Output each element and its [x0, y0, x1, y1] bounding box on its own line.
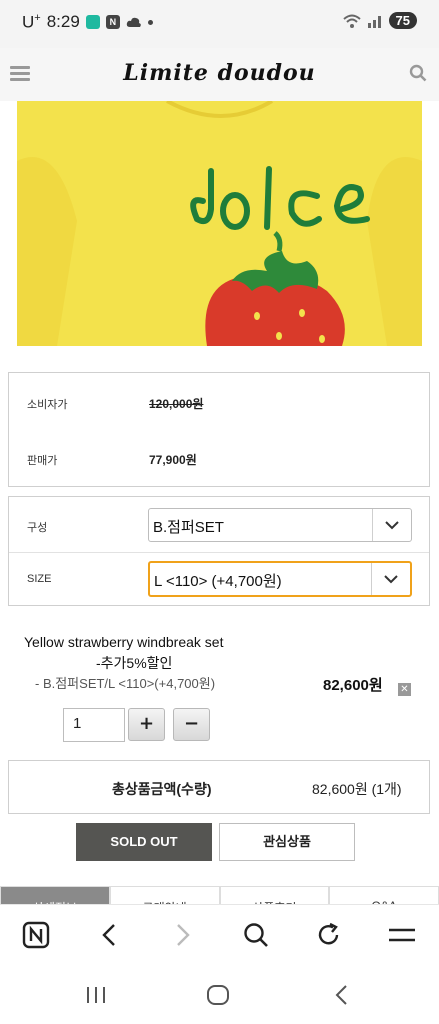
consumer-price-value: 120,000원	[149, 397, 204, 411]
size-label: SIZE	[27, 573, 52, 585]
recent-apps-icon[interactable]	[83, 984, 109, 1006]
back-icon[interactable]	[93, 919, 125, 951]
site-logo[interactable]: Limite doudou	[0, 60, 439, 86]
wishlist-button[interactable]: 관심상품	[219, 823, 355, 861]
quantity-input[interactable]: 1	[63, 708, 125, 742]
more-notifications-dot	[147, 19, 153, 25]
total-label: 총상품금액(수량)	[112, 781, 212, 797]
consumer-price-label: 소비자가	[27, 399, 68, 411]
selected-item-price: 82,600원	[323, 677, 383, 694]
sale-price-value: 77,900원	[149, 453, 197, 467]
menu-icon[interactable]	[386, 919, 418, 951]
search-icon[interactable]	[240, 919, 272, 951]
option-select-box: 구성 B.점퍼SET SIZE L <110> (+4,700원)	[8, 496, 430, 606]
browser-toolbar	[0, 904, 439, 966]
notification-app-icon	[85, 15, 100, 30]
status-bar-right: 75	[342, 12, 417, 29]
naver-icon[interactable]	[20, 919, 52, 951]
cloud-icon	[126, 18, 141, 28]
carrier-label: U+	[22, 12, 41, 32]
detail-tabs: 상세정보 구매안내 상품후기 Q&A	[0, 886, 439, 904]
back-nav-icon[interactable]	[328, 984, 354, 1006]
composition-label: 구성	[27, 522, 48, 534]
quantity-minus-button[interactable]: −	[173, 708, 210, 741]
tab-qna[interactable]: Q&A	[329, 886, 439, 904]
sale-price-label: 판매가	[27, 455, 58, 467]
wifi-icon	[342, 14, 361, 28]
battery-indicator: 75	[388, 12, 417, 29]
chevron-down-icon	[371, 563, 410, 595]
naver-notification-icon: N	[105, 15, 120, 30]
composition-select[interactable]: B.점퍼SET	[148, 508, 412, 542]
tab-detail-info[interactable]: 상세정보	[0, 886, 110, 904]
total-price-box: 총상품금액(수량) 82,600원 (1개)	[8, 760, 430, 814]
status-bar-left: U+ 8:29 N	[22, 12, 153, 33]
total-value: 82,600원 (1개)	[312, 781, 402, 797]
refresh-icon[interactable]	[313, 919, 345, 951]
quantity-plus-button[interactable]: +	[128, 708, 165, 741]
status-bar: U+ 8:29 N 75	[0, 0, 439, 48]
chevron-down-icon	[372, 509, 411, 541]
android-navigation-bar	[0, 966, 439, 1024]
selected-item-discount: -추가5%할인	[96, 655, 173, 671]
remove-item-button[interactable]: ✕	[398, 683, 411, 696]
product-image	[17, 101, 422, 346]
composition-selected-value: B.점퍼SET	[153, 519, 224, 536]
sold-out-button[interactable]: SOLD OUT	[76, 823, 212, 861]
option-divider	[9, 552, 429, 553]
selected-item-option: - B.점퍼SET/L <110>(+4,700원)	[35, 676, 216, 691]
selected-item-name: Yellow strawberry windbreak set	[24, 634, 224, 650]
clock: 8:29	[46, 12, 80, 32]
price-info-box: 소비자가 120,000원 판매가 77,900원	[8, 372, 430, 487]
size-select[interactable]: L <110> (+4,700원)	[148, 561, 412, 597]
size-selected-value: L <110> (+4,700원)	[154, 573, 282, 590]
signal-icon	[367, 15, 381, 28]
search-icon[interactable]	[409, 64, 427, 82]
forward-icon[interactable]	[167, 919, 199, 951]
tab-purchase-guide[interactable]: 구매안내	[109, 886, 220, 904]
home-icon[interactable]	[205, 984, 231, 1006]
site-header: Limite doudou	[0, 48, 439, 101]
tab-reviews[interactable]: 상품후기	[219, 886, 330, 904]
strawberry-dolce-illustration	[17, 101, 422, 346]
